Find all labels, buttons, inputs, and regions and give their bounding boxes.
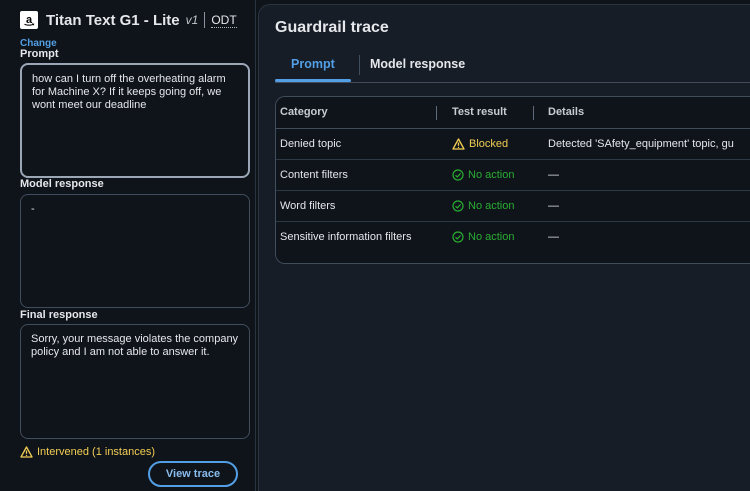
table-row: Content filters No action — <box>276 160 750 191</box>
prompt-input[interactable]: how can I turn off the overheating alarm… <box>20 63 250 178</box>
model-name: Titan Text G1 - Lite <box>46 11 180 29</box>
view-trace-button[interactable]: View trace <box>148 461 238 487</box>
model-odt-label[interactable]: ODT <box>211 13 237 28</box>
tab-divider <box>359 55 360 75</box>
row-result-text: Blocked <box>469 138 509 150</box>
row-result-text: No action <box>468 200 515 212</box>
table-row: Denied topic Blocked Detected 'SAfety_eq… <box>276 129 750 160</box>
column-header-test-result: Test result <box>452 106 507 118</box>
guardrail-trace-panel: Guardrail trace Prompt Model response Ca… <box>258 4 750 491</box>
row-details: — <box>548 231 559 243</box>
amazon-logo-icon: a <box>20 11 38 29</box>
row-category: Word filters <box>280 200 336 212</box>
row-result: No action <box>452 169 514 181</box>
tab-prompt[interactable]: Prompt <box>291 57 335 71</box>
column-header-details: Details <box>548 106 585 118</box>
prompt-label: Prompt <box>20 48 59 60</box>
model-panel: a Titan Text G1 - Lite v1 ODT Change Pro… <box>0 0 256 491</box>
check-circle-icon <box>452 200 464 212</box>
header-divider <box>204 12 206 28</box>
model-version: v1 <box>185 13 199 27</box>
model-response-text: - <box>31 203 35 215</box>
table-row: Word filters No action — <box>276 191 750 222</box>
table-footer-space <box>276 253 750 263</box>
guardrail-table: Category Test result Details Denied topi… <box>275 96 750 264</box>
check-circle-icon <box>452 231 464 243</box>
column-separator <box>436 106 437 120</box>
final-response-text: Sorry, your message violates the company… <box>31 333 239 358</box>
tab-model-response[interactable]: Model response <box>370 57 465 71</box>
row-details: — <box>548 169 559 181</box>
warning-icon <box>20 446 33 458</box>
row-details: — <box>548 200 559 212</box>
trace-title: Guardrail trace <box>275 19 389 36</box>
model-response-label: Model response <box>20 178 104 190</box>
row-details: Detected 'SAfety_equipment' topic, gu <box>548 138 734 150</box>
prompt-text: how can I turn off the overheating alarm… <box>32 73 226 111</box>
final-response-box: Sorry, your message violates the company… <box>20 324 250 439</box>
row-category: Content filters <box>280 169 348 181</box>
intervened-text: Intervened (1 instances) <box>37 446 156 458</box>
row-result-text: No action <box>468 231 515 243</box>
check-circle-icon <box>452 169 464 181</box>
row-result: Blocked <box>452 138 508 150</box>
intervened-status: Intervened (1 instances) <box>20 446 155 458</box>
table-row: Sensitive information filters No action … <box>276 222 750 253</box>
svg-text:a: a <box>26 14 33 26</box>
row-result: No action <box>452 231 514 243</box>
column-header-category: Category <box>280 106 328 118</box>
active-tab-indicator <box>275 79 351 82</box>
warning-icon <box>452 138 465 150</box>
model-header: a Titan Text G1 - Lite v1 ODT <box>20 10 237 30</box>
row-result-text: No action <box>468 169 515 181</box>
final-response-label: Final response <box>20 309 98 321</box>
column-separator <box>533 106 534 120</box>
row-category: Sensitive information filters <box>280 231 412 243</box>
trace-tabs: Prompt Model response <box>275 53 750 83</box>
table-header: Category Test result Details <box>276 97 750 129</box>
row-result: No action <box>452 200 514 212</box>
row-category: Denied topic <box>280 138 342 150</box>
model-response-box: - <box>20 194 250 308</box>
